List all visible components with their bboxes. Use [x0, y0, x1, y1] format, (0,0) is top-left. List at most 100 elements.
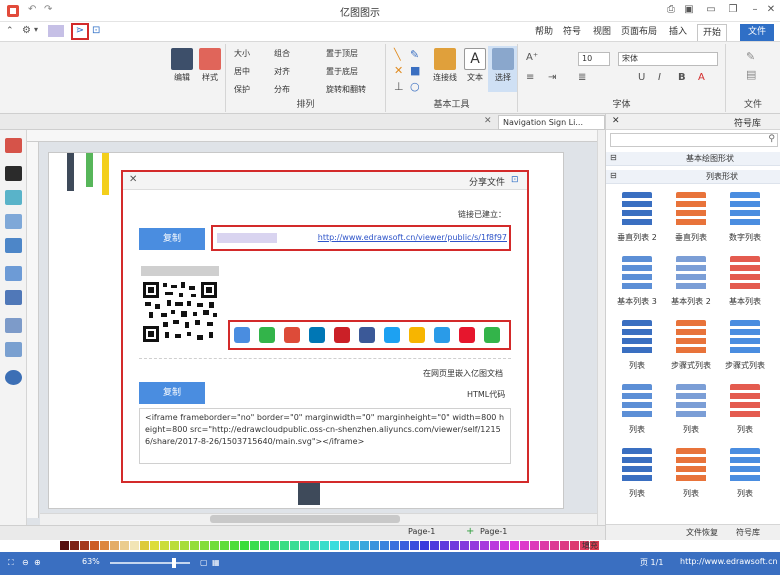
font-size-select[interactable]: 10 [578, 52, 610, 66]
color-swatch[interactable] [450, 541, 459, 550]
tab-help[interactable]: 帮助 [530, 24, 558, 41]
image-export-icon[interactable]: ⊡ [92, 25, 100, 36]
anchor-tool-icon[interactable]: ⊥ [394, 80, 404, 93]
status-url[interactable]: http://www.edrawsoft.cn [680, 557, 778, 566]
tab-page-layout[interactable]: 页面布局 [616, 24, 662, 41]
italic-icon[interactable]: I [658, 72, 661, 83]
layers-icon[interactable] [5, 238, 22, 253]
view-grid-icon[interactable]: ▦ [212, 558, 220, 567]
color-swatch[interactable] [490, 541, 499, 550]
color-swatch[interactable] [540, 541, 549, 550]
shadow-icon[interactable] [5, 190, 22, 205]
color-swatch[interactable] [120, 541, 129, 550]
tab-symbols[interactable]: 符号 [558, 24, 586, 41]
color-swatch[interactable] [110, 541, 119, 550]
tab-insert[interactable]: 插入 [664, 24, 692, 41]
copy-code-button[interactable]: 复制 [139, 382, 205, 404]
connector-button[interactable]: 连接线 [430, 46, 460, 92]
zoom-out-icon[interactable]: ⊖ [22, 558, 29, 567]
pinterest-icon[interactable] [334, 327, 350, 343]
minimize-icon[interactable]: – [748, 3, 762, 17]
edit-button[interactable]: 编辑 [167, 46, 197, 92]
twitter-icon[interactable] [384, 327, 400, 343]
tab-file-recovery[interactable]: 文件恢复 [686, 527, 718, 538]
maximize-icon[interactable]: ▭ [704, 3, 718, 17]
undo-icon[interactable]: ↶ [28, 4, 36, 15]
color-swatch[interactable] [460, 541, 469, 550]
color-swatch[interactable] [560, 541, 569, 550]
print-icon[interactable]: ⎙ [664, 3, 678, 17]
color-swatch[interactable] [100, 541, 109, 550]
color-swatch[interactable] [220, 541, 229, 550]
color-swatch[interactable] [170, 541, 179, 550]
tab-symbol-library[interactable]: 符号库 [736, 527, 760, 538]
color-swatch[interactable] [270, 541, 279, 550]
page-tab[interactable]: Page-1 [408, 527, 435, 536]
color-swatch[interactable] [330, 541, 339, 550]
color-swatch[interactable] [310, 541, 319, 550]
symbol-item[interactable]: 列表 [610, 444, 664, 506]
symbol-item[interactable]: 列表 [718, 444, 772, 506]
indent-icon[interactable]: ⇥ [548, 72, 556, 83]
ribbon-collapse-icon[interactable]: ⌃ [6, 26, 14, 36]
qzone-icon[interactable] [409, 327, 425, 343]
view-normal-icon[interactable]: ▢ [200, 558, 208, 567]
zoom-level[interactable]: 63% [82, 557, 100, 566]
linkedin-icon[interactable] [309, 327, 325, 343]
attachment-icon[interactable] [5, 318, 22, 333]
embed-code-textarea[interactable]: <iframe frameborder="no" border="0" marg… [139, 408, 511, 464]
color-swatch[interactable] [320, 541, 329, 550]
align-left-icon[interactable]: ≣ [578, 72, 586, 83]
paste-icon[interactable]: ▤ [746, 68, 756, 81]
symbol-item[interactable]: 列表 [664, 444, 718, 506]
color-swatch[interactable] [230, 541, 239, 550]
symbol-item[interactable]: 数字列表 [718, 188, 772, 250]
shape-bar-dark[interactable] [67, 153, 74, 191]
color-swatch[interactable] [240, 541, 249, 550]
zoom-in-icon[interactable]: ⊕ [34, 558, 41, 567]
color-swatch[interactable] [300, 541, 309, 550]
collapse-icon[interactable]: ⊟ [610, 153, 617, 162]
vertical-scrollbar[interactable] [597, 130, 605, 525]
ellipse-tool-icon[interactable]: ○ [410, 80, 420, 93]
color-swatch[interactable] [250, 541, 259, 550]
panel-close-icon[interactable]: ✕ [612, 116, 620, 126]
rectangle-tool-icon[interactable]: ■ [410, 64, 420, 77]
shape-bar-yellow[interactable] [102, 153, 109, 195]
share-url[interactable]: http://www.edrawsoft.cn/viewer/public/s/… [318, 233, 507, 242]
share-url-field[interactable]: http://www.edrawsoft.cn/viewer/public/s/… [211, 225, 511, 251]
font-color-icon[interactable]: A [698, 72, 705, 83]
bold-icon[interactable]: B [678, 72, 686, 83]
collapse-icon[interactable]: ⊟ [610, 171, 617, 180]
horizontal-scroll-thumb[interactable] [210, 515, 400, 523]
cross-tool-icon[interactable]: ✕ [394, 64, 403, 77]
close-tab-icon[interactable]: ✕ [484, 116, 492, 126]
list-icon[interactable]: ≡ [526, 72, 534, 83]
page-icon[interactable] [5, 266, 22, 281]
document-tab[interactable]: Navigation Sign Li... [498, 115, 605, 130]
center-button[interactable]: 居中 [234, 66, 250, 77]
color-swatch[interactable] [550, 541, 559, 550]
align-button[interactable]: 对齐 [274, 66, 290, 77]
color-swatch[interactable] [380, 541, 389, 550]
tab-view[interactable]: 视图 [588, 24, 616, 41]
symbol-item[interactable]: 列表 [718, 380, 772, 442]
search-icon[interactable]: ⚲ [768, 134, 775, 144]
color-swatch[interactable] [420, 541, 429, 550]
color-swatch[interactable] [440, 541, 449, 550]
chevron-down-icon[interactable]: ▾ [34, 25, 38, 34]
symbol-item[interactable]: 基本列表 [718, 252, 772, 314]
line-tool-icon[interactable]: ╲ [394, 48, 401, 61]
symbol-item[interactable]: 垂直列表 [664, 188, 718, 250]
help-icon[interactable] [5, 370, 22, 385]
color-swatch[interactable] [290, 541, 299, 550]
color-swatch[interactable] [520, 541, 529, 550]
color-swatch[interactable] [160, 541, 169, 550]
symbol-item[interactable]: 步骤式列表 [664, 316, 718, 378]
color-swatch[interactable] [190, 541, 199, 550]
symbol-search-input[interactable]: ⚲ [610, 133, 778, 147]
close-icon[interactable]: ✕ [764, 3, 778, 17]
distribute-button[interactable]: 分布 [274, 84, 290, 95]
zoom-slider[interactable] [110, 562, 190, 564]
color-swatch[interactable] [340, 541, 349, 550]
